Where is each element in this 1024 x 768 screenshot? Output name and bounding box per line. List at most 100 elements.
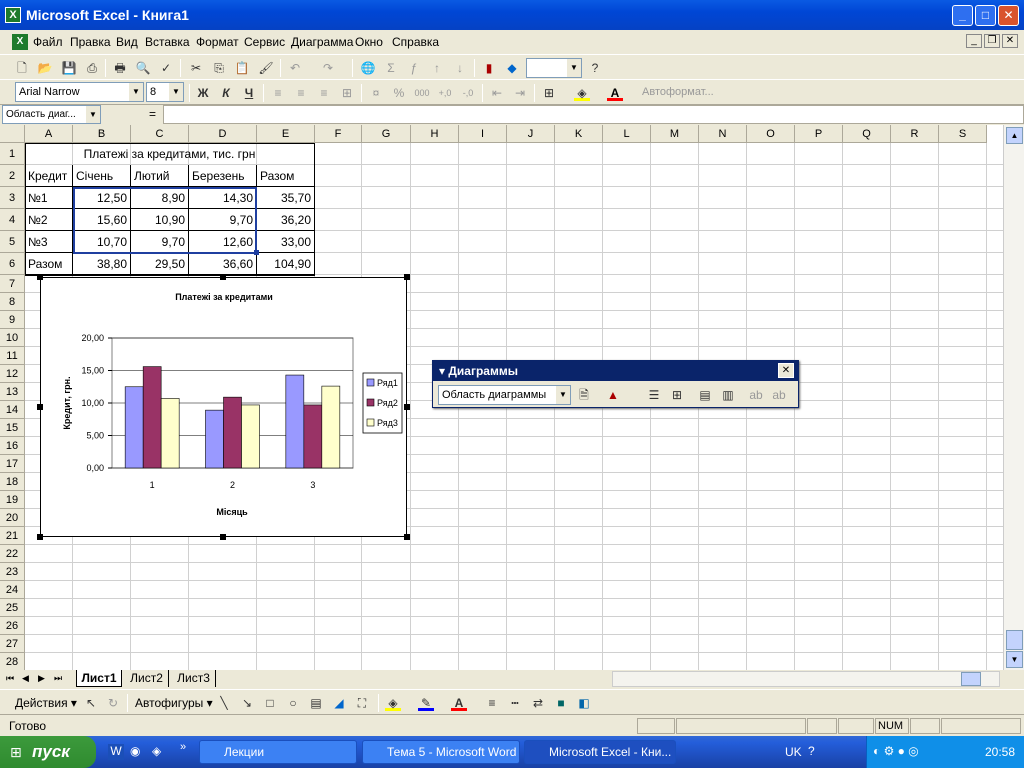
- next-sheet-icon[interactable]: ▶: [38, 673, 45, 684]
- quicklaunch-icon-3[interactable]: ◈: [152, 744, 161, 758]
- horizontal-scrollbar[interactable]: [612, 671, 1000, 687]
- line-icon[interactable]: ╲: [216, 695, 232, 711]
- format-object-icon[interactable]: 🗎: [576, 387, 592, 403]
- menu-edit[interactable]: Правка: [70, 35, 111, 49]
- chart-handle-t[interactable]: [220, 274, 226, 280]
- browser-quicklaunch-icon[interactable]: ◉: [130, 744, 140, 758]
- row-header-3[interactable]: 3: [0, 187, 25, 209]
- row-header-24[interactable]: 24: [0, 581, 25, 599]
- row-header-8[interactable]: 8: [0, 293, 25, 311]
- fill-color-icon[interactable]: ◈: [574, 85, 590, 101]
- chart-type-icon[interactable]: ▲: [605, 387, 621, 403]
- autoshapes-menu[interactable]: Автофигуры ▾: [135, 696, 213, 710]
- col-header-E[interactable]: E: [257, 125, 315, 143]
- data-table-icon[interactable]: ⊞: [669, 387, 685, 403]
- row-header-2[interactable]: 2: [0, 165, 25, 187]
- autosum-icon[interactable]: Σ: [383, 60, 399, 76]
- line-color-icon[interactable]: ✎: [418, 695, 434, 711]
- draw-font-color-icon[interactable]: A: [451, 695, 467, 711]
- col-header-Q[interactable]: Q: [843, 125, 891, 143]
- name-box[interactable]: Область диаг... ▼: [2, 105, 101, 124]
- clipart-icon[interactable]: ⛶: [354, 695, 370, 711]
- row-header-1[interactable]: 1: [0, 143, 25, 165]
- chart-toolbar[interactable]: ▾ Диаграммы ✕ Область диаграммы ▼ 🗎 ▲ ☰ ⊞…: [432, 360, 799, 408]
- excel-icon[interactable]: X: [5, 7, 21, 23]
- chart-toolbar-header[interactable]: ▾ Диаграммы: [433, 361, 798, 381]
- minimize-button[interactable]: _: [952, 5, 973, 26]
- row-header-7[interactable]: 7: [0, 275, 25, 293]
- row-header-17[interactable]: 17: [0, 455, 25, 473]
- col-header-F[interactable]: F: [315, 125, 362, 143]
- angle-down-icon[interactable]: ab: [748, 387, 764, 403]
- cut-icon[interactable]: ✂: [188, 60, 204, 76]
- permission-icon[interactable]: ⎙: [84, 60, 100, 76]
- oval-icon[interactable]: ○: [285, 695, 301, 711]
- menu-format[interactable]: Формат: [196, 35, 239, 49]
- col-header-J[interactable]: J: [507, 125, 555, 143]
- row-header-22[interactable]: 22: [0, 545, 25, 563]
- align-center-icon[interactable]: ≡: [293, 85, 309, 101]
- merge-center-icon[interactable]: ⊞: [339, 85, 355, 101]
- chart-wizard-icon[interactable]: ▮: [481, 60, 497, 76]
- row-header-15[interactable]: 15: [0, 419, 25, 437]
- chart-handle-b[interactable]: [220, 534, 226, 540]
- workbook-icon[interactable]: X: [12, 34, 28, 50]
- title-bar[interactable]: X Microsoft Excel - Книга1 _ □ ✕: [0, 0, 1024, 30]
- sort-desc-icon[interactable]: ↓: [452, 60, 468, 76]
- menu-tools[interactable]: Сервис: [244, 35, 285, 49]
- doc-close-button[interactable]: ✕: [1002, 34, 1018, 48]
- menu-help[interactable]: Справка: [392, 35, 439, 49]
- paste-icon[interactable]: 📋: [234, 60, 250, 76]
- legend-icon[interactable]: ☰: [646, 387, 662, 403]
- font-color-icon[interactable]: A: [607, 85, 623, 101]
- row-header-14[interactable]: 14: [0, 401, 25, 419]
- tray-icons[interactable]: ◐ ⚙ ● ◎: [873, 744, 919, 758]
- row-header-4[interactable]: 4: [0, 209, 25, 231]
- increase-indent-icon[interactable]: ⇥: [512, 85, 528, 101]
- last-sheet-icon[interactable]: ⏭: [54, 673, 62, 684]
- row-header-12[interactable]: 12: [0, 365, 25, 383]
- actions-menu[interactable]: Действия ▾: [15, 696, 77, 710]
- increase-decimal-icon[interactable]: +,0: [437, 85, 453, 101]
- embedded-chart[interactable]: 0,00 5,00 10,00 15,00 20,00 1 2 3 Платежі за кре…: [40, 277, 407, 537]
- row-header-23[interactable]: 23: [0, 563, 25, 581]
- print-icon[interactable]: 🖶: [112, 60, 128, 76]
- task-excel[interactable]: Microsoft Excel - Кни...: [524, 740, 676, 764]
- zoom-combo[interactable]: ▼: [526, 58, 582, 78]
- col-header-K[interactable]: K: [555, 125, 603, 143]
- open-icon[interactable]: 📂: [37, 60, 53, 76]
- sort-asc-icon[interactable]: ↑: [429, 60, 445, 76]
- undo-icon[interactable]: ↶: [287, 60, 303, 76]
- col-header-B[interactable]: B: [73, 125, 131, 143]
- new-icon[interactable]: 🗋: [14, 60, 30, 76]
- draw-fill-color-icon[interactable]: ◈: [385, 695, 401, 711]
- chart-handle-bl[interactable]: [37, 534, 43, 540]
- row-header-6[interactable]: 6: [0, 253, 25, 275]
- rotate-icon[interactable]: ↻: [105, 695, 121, 711]
- col-header-N[interactable]: N: [699, 125, 747, 143]
- row-header-9[interactable]: 9: [0, 311, 25, 329]
- chart-handle-tl[interactable]: [37, 274, 43, 280]
- maximize-button[interactable]: □: [975, 5, 996, 26]
- col-header-C[interactable]: C: [131, 125, 189, 143]
- menu-chart[interactable]: Диаграмма: [291, 35, 353, 49]
- vertical-scrollbar[interactable]: ▲ ▼: [1003, 125, 1024, 670]
- menu-insert[interactable]: Вставка: [145, 35, 190, 49]
- chart-toolbar-close[interactable]: ✕: [778, 363, 794, 378]
- 3d-icon[interactable]: ◧: [576, 695, 592, 711]
- bold-button[interactable]: Ж: [195, 85, 211, 101]
- task-lectures[interactable]: Лекции: [199, 740, 357, 764]
- tab-sheet2[interactable]: Лист2: [125, 670, 169, 687]
- borders-icon[interactable]: ⊞: [541, 85, 557, 101]
- print-preview-icon[interactable]: 🔍: [135, 60, 151, 76]
- col-header-D[interactable]: D: [189, 125, 257, 143]
- comma-style-icon[interactable]: 000: [414, 85, 430, 101]
- task-word[interactable]: Тема 5 - Microsoft Word: [362, 740, 520, 764]
- font-combo[interactable]: Arial Narrow ▼: [15, 82, 144, 102]
- arrow-icon[interactable]: ↘: [239, 695, 255, 711]
- row-header-27[interactable]: 27: [0, 635, 25, 653]
- col-header-L[interactable]: L: [603, 125, 651, 143]
- col-header-M[interactable]: M: [651, 125, 699, 143]
- format-painter-icon[interactable]: 🖌: [258, 60, 274, 76]
- copy-icon[interactable]: ⎘: [211, 60, 227, 76]
